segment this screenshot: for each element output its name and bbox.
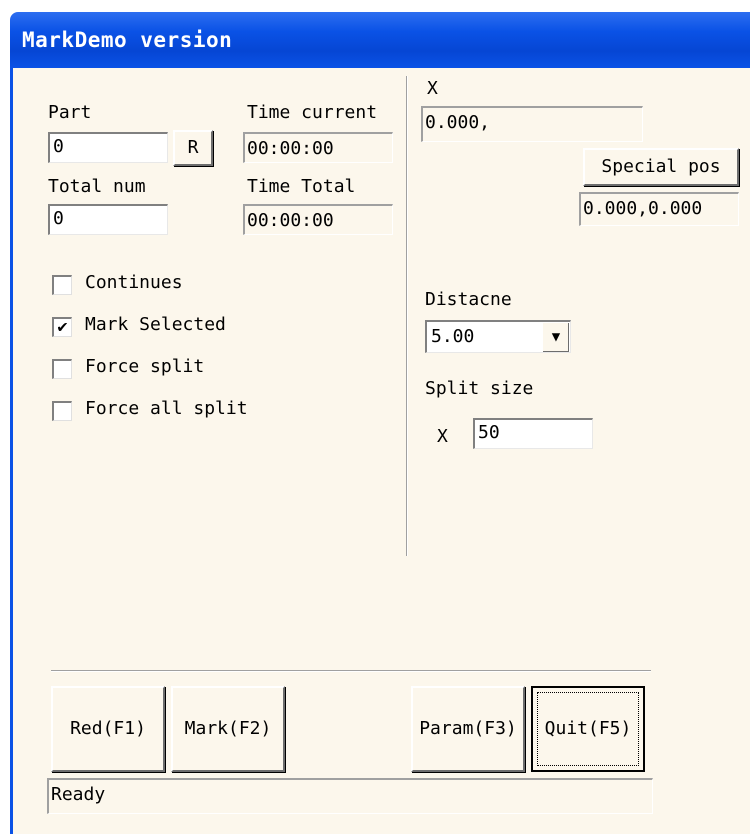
part-input[interactable]: 0 — [48, 132, 168, 163]
distance-label: Distacne — [425, 289, 512, 310]
chevron-down-icon[interactable]: ▼ — [542, 323, 569, 352]
force-split-label[interactable]: Force split — [85, 356, 204, 377]
total-num-label: Total num — [48, 176, 146, 197]
quit-button[interactable]: Quit(F5) — [531, 686, 645, 772]
split-x-label: X — [437, 426, 448, 447]
time-total-value: 00:00:00 — [243, 204, 393, 235]
vertical-divider — [406, 76, 408, 556]
mark-button[interactable]: Mark(F2) — [171, 686, 285, 772]
mark-selected-label[interactable]: Mark Selected — [85, 314, 226, 335]
focus-rectangle — [537, 692, 639, 766]
x-position-value: 0.000, — [421, 106, 643, 142]
x-position-label: X — [427, 78, 438, 99]
distance-select[interactable]: 5.00 ▼ — [425, 320, 571, 353]
special-pos-button[interactable]: Special pos — [583, 148, 739, 186]
time-current-label: Time current — [247, 102, 378, 123]
check-icon[interactable]: ✔ — [52, 317, 72, 337]
main-dialog: Part 0 R Total num 0 Time current 00:00:… — [10, 68, 750, 834]
red-button[interactable]: Red(F1) — [51, 686, 165, 772]
split-size-label: Split size — [425, 378, 534, 399]
reset-part-button[interactable]: R — [173, 130, 213, 166]
window-title: MarkDemo version — [22, 28, 233, 52]
distance-value: 5.00 — [431, 326, 475, 347]
param-button[interactable]: Param(F3) — [411, 686, 525, 772]
special-pos-value: 0.000,0.000 — [579, 192, 739, 226]
force-all-split-label[interactable]: Force all split — [85, 398, 248, 419]
force-all-split-box[interactable] — [52, 401, 72, 421]
continues-box[interactable] — [52, 275, 72, 295]
force-split-box[interactable] — [52, 359, 72, 379]
part-label: Part — [48, 102, 92, 123]
title-bar[interactable]: MarkDemo version — [10, 12, 750, 68]
status-bar: Ready — [47, 778, 653, 814]
time-current-value: 00:00:00 — [243, 132, 393, 163]
horizontal-divider — [51, 670, 651, 672]
split-size-input[interactable]: 50 — [473, 418, 593, 449]
continues-label[interactable]: Continues — [85, 272, 183, 293]
time-total-label: Time Total — [247, 176, 356, 197]
total-num-input[interactable]: 0 — [48, 204, 168, 235]
